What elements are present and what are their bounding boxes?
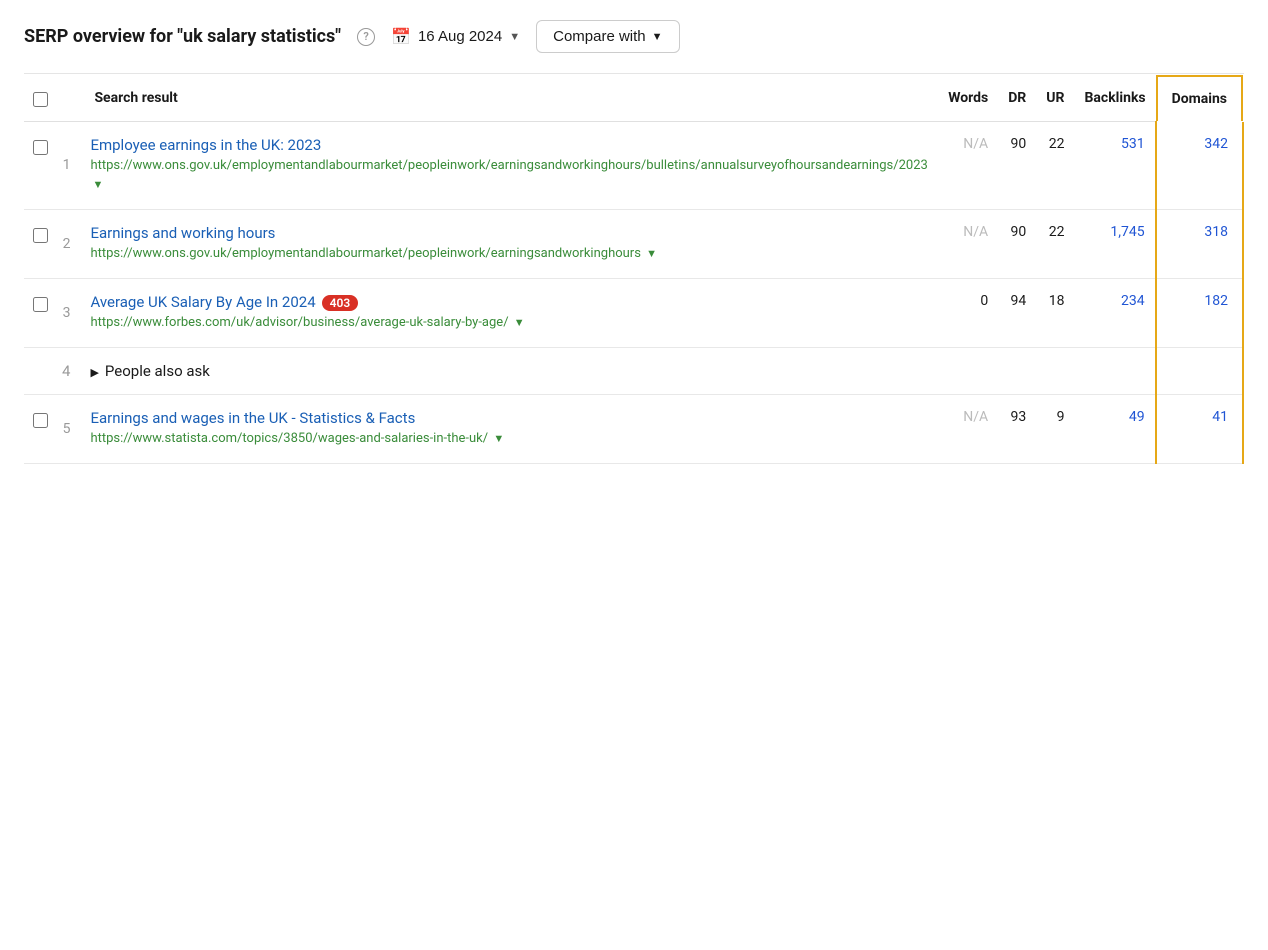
paa-arrow-icon: ▶ bbox=[90, 366, 98, 379]
date-label: 16 Aug 2024 bbox=[418, 28, 502, 45]
th-num bbox=[52, 74, 84, 122]
row-ur: 22 bbox=[1036, 209, 1074, 278]
th-backlinks: Backlinks bbox=[1074, 74, 1155, 122]
table-header-row: Search result Words DR UR Backlinks Doma… bbox=[24, 74, 1243, 122]
row-ur: 22 bbox=[1036, 122, 1074, 210]
row-words: N/A bbox=[938, 394, 998, 463]
row-dr: 93 bbox=[998, 394, 1036, 463]
paa-label: People also ask bbox=[105, 362, 210, 380]
result-title-link[interactable]: Earnings and working hours bbox=[90, 224, 275, 242]
th-ur: UR bbox=[1036, 74, 1074, 122]
select-all-checkbox[interactable] bbox=[33, 92, 48, 107]
row-number: 5 bbox=[52, 394, 84, 463]
row-dr: 90 bbox=[998, 122, 1036, 210]
page-title: SERP overview for "uk salary statistics" bbox=[24, 26, 341, 47]
row-checkbox-cell bbox=[24, 278, 52, 347]
title-prefix: SERP overview for bbox=[24, 26, 177, 47]
th-dr: DR bbox=[998, 74, 1036, 122]
serp-table: Search result Words DR UR Backlinks Doma… bbox=[24, 74, 1244, 464]
table-row: 3 Average UK Salary By Age In 2024 403 http… bbox=[24, 278, 1243, 347]
row-checkbox[interactable] bbox=[33, 297, 48, 312]
table-row: 2 Earnings and working hours https://www.o… bbox=[24, 209, 1243, 278]
row-dr: 90 bbox=[998, 209, 1036, 278]
row-checkbox-cell bbox=[24, 209, 52, 278]
row-number: 3 bbox=[52, 278, 84, 347]
compare-chevron-icon: ▼ bbox=[652, 31, 663, 43]
th-checkbox bbox=[24, 74, 52, 122]
result-cell: Average UK Salary By Age In 2024 403 https… bbox=[84, 278, 938, 347]
row-checkbox[interactable] bbox=[33, 140, 48, 155]
compare-with-button[interactable]: Compare with ▼ bbox=[536, 20, 679, 53]
result-cell: ▶ People also ask bbox=[84, 347, 1155, 394]
row-checkbox-cell bbox=[24, 394, 52, 463]
row-number: 2 bbox=[52, 209, 84, 278]
result-cell: Earnings and wages in the UK - Statistic… bbox=[84, 394, 938, 463]
row-words: N/A bbox=[938, 122, 998, 210]
row-domains-paa bbox=[1156, 347, 1243, 394]
status-badge: 403 bbox=[322, 295, 359, 311]
result-url: https://www.ons.gov.uk/employmentandlabo… bbox=[90, 245, 928, 264]
table-row: 4 ▶ People also ask bbox=[24, 347, 1243, 394]
row-backlinks[interactable]: 531 bbox=[1074, 122, 1155, 210]
th-domains-label: Domains bbox=[1156, 75, 1243, 121]
page-header: SERP overview for "uk salary statistics"… bbox=[24, 20, 1244, 74]
row-domains[interactable]: 41 bbox=[1156, 394, 1243, 463]
result-title-link[interactable]: Earnings and wages in the UK - Statistic… bbox=[90, 409, 415, 427]
help-icon[interactable]: ? bbox=[357, 28, 375, 46]
result-title-link[interactable]: Employee earnings in the UK: 2023 bbox=[90, 136, 321, 154]
row-checkbox[interactable] bbox=[33, 228, 48, 243]
url-dropdown-icon[interactable]: ▼ bbox=[514, 316, 525, 329]
row-domains[interactable]: 342 bbox=[1156, 122, 1243, 210]
row-ur: 18 bbox=[1036, 278, 1074, 347]
result-url: https://www.forbes.com/uk/advisor/busine… bbox=[90, 314, 928, 333]
result-title-link[interactable]: Average UK Salary By Age In 2024 bbox=[90, 293, 315, 311]
table-row: 1 Employee earnings in the UK: 2023 https:… bbox=[24, 122, 1243, 210]
th-words: Words bbox=[938, 74, 998, 122]
url-dropdown-icon[interactable]: ▼ bbox=[646, 247, 657, 260]
row-number: 1 bbox=[52, 122, 84, 210]
compare-label: Compare with bbox=[553, 28, 646, 45]
result-cell: Earnings and working hours https://www.on… bbox=[84, 209, 938, 278]
calendar-icon: 📅 bbox=[391, 27, 411, 47]
th-domains: Domains bbox=[1156, 74, 1243, 122]
row-words: 0 bbox=[938, 278, 998, 347]
date-chevron-icon: ▼ bbox=[509, 31, 520, 43]
row-words: N/A bbox=[938, 209, 998, 278]
row-backlinks[interactable]: 234 bbox=[1074, 278, 1155, 347]
table-row: 5 Earnings and wages in the UK - Statisti… bbox=[24, 394, 1243, 463]
row-domains[interactable]: 318 bbox=[1156, 209, 1243, 278]
row-checkbox-cell bbox=[24, 347, 52, 394]
row-checkbox[interactable] bbox=[33, 413, 48, 428]
result-cell: Employee earnings in the UK: 2023 https:/… bbox=[84, 122, 938, 210]
row-checkbox-cell bbox=[24, 122, 52, 210]
row-dr: 94 bbox=[998, 278, 1036, 347]
url-dropdown-icon[interactable]: ▼ bbox=[92, 178, 103, 191]
row-number: 4 bbox=[52, 347, 84, 394]
row-domains[interactable]: 182 bbox=[1156, 278, 1243, 347]
date-picker-button[interactable]: 📅 16 Aug 2024 ▼ bbox=[391, 27, 520, 47]
result-url: https://www.statista.com/topics/3850/wag… bbox=[90, 430, 928, 449]
row-ur: 9 bbox=[1036, 394, 1074, 463]
result-url: https://www.ons.gov.uk/employmentandlabo… bbox=[90, 157, 928, 195]
th-search-result: Search result bbox=[84, 74, 938, 122]
title-query: "uk salary statistics" bbox=[177, 26, 341, 47]
row-backlinks[interactable]: 1,745 bbox=[1074, 209, 1155, 278]
row-backlinks[interactable]: 49 bbox=[1074, 394, 1155, 463]
url-dropdown-icon[interactable]: ▼ bbox=[493, 432, 504, 445]
